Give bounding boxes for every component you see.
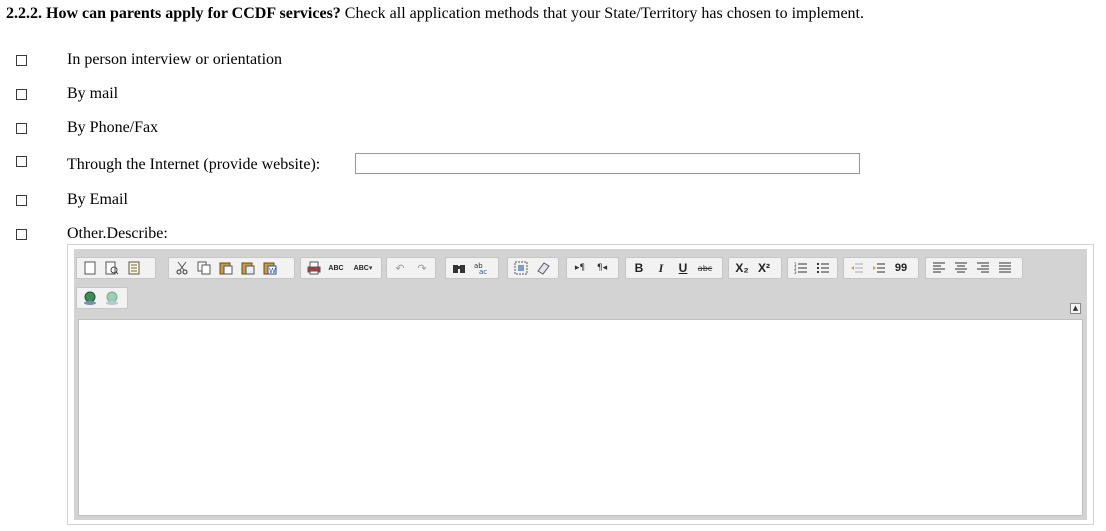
toolbar-group-align <box>925 257 1023 279</box>
question-text: 2.2.2. How can parents apply for CCDF se… <box>6 5 864 23</box>
print-icon[interactable] <box>304 259 324 277</box>
editor-content-area[interactable] <box>78 319 1083 516</box>
copy-icon[interactable] <box>194 259 214 277</box>
paste-word-icon[interactable]: W <box>260 259 280 277</box>
question-heading: 2.2.2. How can parents apply for CCDF se… <box>6 5 341 22</box>
undo-icon[interactable]: ↶ <box>390 259 410 277</box>
spellcheck-as-you-type-icon[interactable]: ABC ▾ <box>348 259 378 277</box>
toolbar-group-select <box>507 257 559 279</box>
option-label: In person interview or orientation <box>67 51 283 68</box>
editor-toolbar: W ABC ABC ▾ ↶ ↷ ab ac ▸¶ ¶◂ B I U abc X₂… <box>76 251 1085 313</box>
blockquote-icon[interactable]: 99 <box>891 259 911 277</box>
option-checkbox-internet[interactable] <box>16 156 27 167</box>
redo-icon[interactable]: ↷ <box>412 259 432 277</box>
toolbar-group-lists: 123 <box>787 257 838 279</box>
svg-text:3: 3 <box>794 270 797 275</box>
toolbar-group-script: X₂ X² <box>728 257 782 279</box>
question-number: 2.2.2. <box>6 5 42 22</box>
replace-icon[interactable]: ab ac <box>471 259 491 277</box>
toolbar-group-links <box>76 287 128 309</box>
toolbar-group-spell: ABC ABC ▾ <box>300 257 382 279</box>
toolbar-group-clipboard: W <box>168 257 295 279</box>
link-icon[interactable] <box>80 289 100 307</box>
find-icon[interactable] <box>449 259 469 277</box>
new-page-icon[interactable] <box>80 259 100 277</box>
option-checkbox-other[interactable] <box>16 229 27 240</box>
collapse-toolbar-icon[interactable]: ▲ <box>1070 303 1081 314</box>
toolbar-group-document <box>76 257 156 279</box>
svg-text:ac: ac <box>479 268 487 275</box>
rtl-icon[interactable]: ¶◂ <box>592 259 612 277</box>
option-label: By Email <box>67 191 128 208</box>
toolbar-group-find: ab ac <box>445 257 499 279</box>
remove-format-icon[interactable] <box>533 259 553 277</box>
cut-icon[interactable] <box>172 259 192 277</box>
paste-icon[interactable] <box>216 259 236 277</box>
option-checkbox-phone-fax[interactable] <box>16 123 27 134</box>
spellcheck-label: ABC <box>328 264 344 272</box>
justify-icon[interactable] <box>995 259 1015 277</box>
dropdown-arrow-icon: ▾ <box>368 264 373 272</box>
ltr-icon[interactable]: ▸¶ <box>570 259 590 277</box>
option-label: Through the Internet (provide website): <box>67 156 321 173</box>
underline-icon[interactable]: U <box>673 259 693 277</box>
preview-icon[interactable] <box>102 259 122 277</box>
subscript-icon[interactable]: X₂ <box>732 259 752 277</box>
website-input[interactable] <box>355 153 860 174</box>
italic-icon[interactable]: I <box>651 259 671 277</box>
unlink-icon[interactable] <box>102 289 122 307</box>
option-checkbox-in-person[interactable] <box>16 55 27 66</box>
align-center-icon[interactable] <box>951 259 971 277</box>
question-bold-text: How can parents apply for CCDF services? <box>46 5 341 22</box>
option-label: Other.Describe: <box>67 225 168 242</box>
bold-icon[interactable]: B <box>629 259 649 277</box>
option-checkbox-email[interactable] <box>16 195 27 206</box>
option-checkbox-mail[interactable] <box>16 89 27 100</box>
indent-icon[interactable] <box>869 259 889 277</box>
select-all-icon[interactable] <box>511 259 531 277</box>
toolbar-group-basic-styles: B I U abc <box>625 257 723 279</box>
strike-icon[interactable]: abc <box>695 259 715 277</box>
superscript-icon[interactable]: X² <box>754 259 774 277</box>
rich-text-editor: W ABC ABC ▾ ↶ ↷ ab ac ▸¶ ¶◂ B I U abc X₂… <box>67 244 1094 525</box>
question-instruction: Check all application methods that your … <box>344 5 864 22</box>
align-left-icon[interactable] <box>929 259 949 277</box>
option-label: By mail <box>67 85 119 102</box>
bulleted-list-icon[interactable] <box>813 259 833 277</box>
templates-icon[interactable] <box>124 259 144 277</box>
option-label: By Phone/Fax <box>67 119 159 136</box>
numbered-list-icon[interactable]: 123 <box>791 259 811 277</box>
paste-text-icon[interactable] <box>238 259 258 277</box>
toolbar-group-indent: 99 <box>843 257 919 279</box>
editor-frame: W ABC ABC ▾ ↶ ↷ ab ac ▸¶ ¶◂ B I U abc X₂… <box>74 249 1087 520</box>
spellcheck-icon[interactable]: ABC <box>326 259 346 277</box>
outdent-icon[interactable] <box>847 259 867 277</box>
align-right-icon[interactable] <box>973 259 993 277</box>
toolbar-group-direction: ▸¶ ¶◂ <box>566 257 619 279</box>
scayt-label: ABC <box>353 264 369 272</box>
toolbar-group-history: ↶ ↷ <box>386 257 436 279</box>
svg-text:W: W <box>269 267 276 275</box>
